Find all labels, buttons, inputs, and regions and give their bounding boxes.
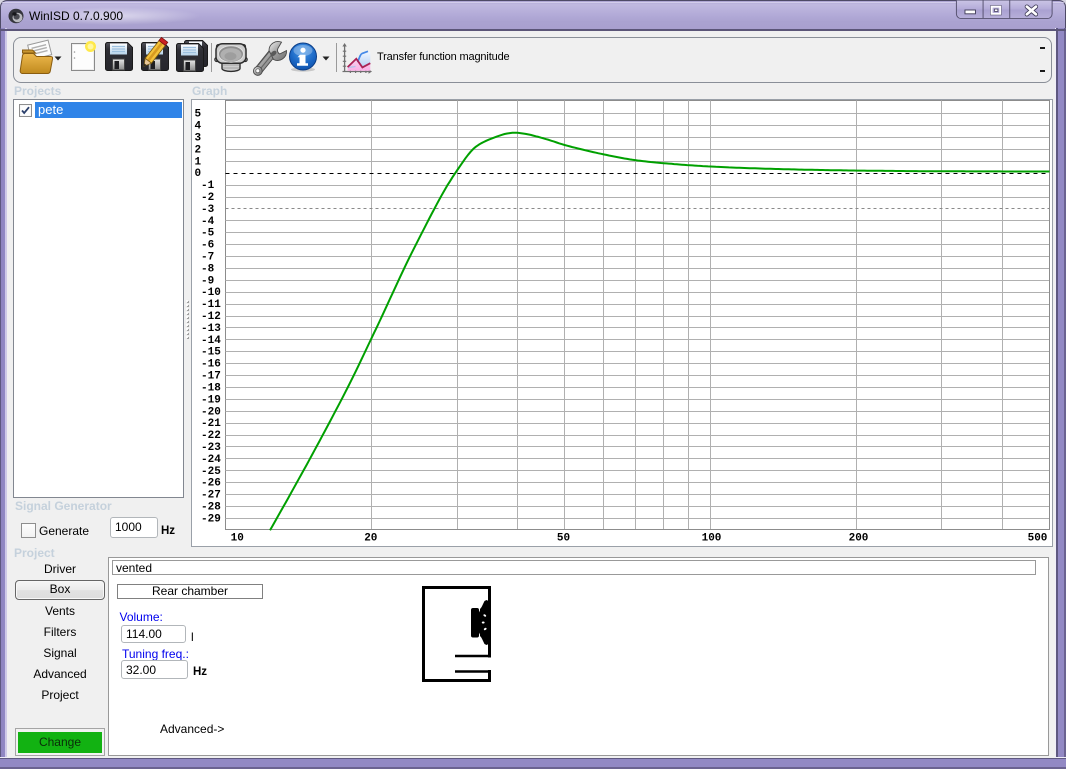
svg-text:20: 20 xyxy=(364,533,377,545)
svg-text:-10: -10 xyxy=(201,287,221,299)
svg-text:-19: -19 xyxy=(201,394,221,406)
svg-text:-5: -5 xyxy=(201,228,215,240)
svg-text:200: 200 xyxy=(849,533,869,545)
svg-text:-15: -15 xyxy=(201,347,221,359)
svg-text:3: 3 xyxy=(195,133,202,145)
svg-text:-17: -17 xyxy=(201,371,221,383)
svg-text:-29: -29 xyxy=(201,513,221,525)
svg-text:-11: -11 xyxy=(201,299,221,311)
svg-text:-25: -25 xyxy=(201,466,221,478)
svg-text:-21: -21 xyxy=(201,418,221,430)
svg-text:4: 4 xyxy=(195,121,202,133)
svg-text:-12: -12 xyxy=(201,311,221,323)
svg-text:-20: -20 xyxy=(201,406,221,418)
svg-text:-1: -1 xyxy=(201,180,215,192)
svg-text:-26: -26 xyxy=(201,478,221,490)
svg-text:-7: -7 xyxy=(201,252,214,264)
svg-text:-9: -9 xyxy=(201,275,214,287)
svg-text:-28: -28 xyxy=(201,502,221,514)
svg-text:-23: -23 xyxy=(201,442,221,454)
svg-text:-14: -14 xyxy=(201,335,221,347)
svg-text:-27: -27 xyxy=(201,490,221,502)
svg-text:10: 10 xyxy=(231,533,244,545)
svg-text:-24: -24 xyxy=(201,454,221,466)
svg-text:-3: -3 xyxy=(201,204,215,216)
svg-text:-2: -2 xyxy=(201,192,214,204)
svg-text:5: 5 xyxy=(195,109,202,121)
svg-text:50: 50 xyxy=(557,533,570,545)
svg-text:-4: -4 xyxy=(201,216,215,228)
svg-text:-22: -22 xyxy=(201,430,221,442)
svg-text:-8: -8 xyxy=(201,263,215,275)
svg-text:0: 0 xyxy=(195,168,202,180)
svg-text:1: 1 xyxy=(195,156,202,168)
svg-text:-6: -6 xyxy=(201,240,214,252)
svg-text:-13: -13 xyxy=(201,323,221,335)
svg-text:-16: -16 xyxy=(201,359,221,371)
svg-text:2: 2 xyxy=(195,144,202,156)
svg-text:-18: -18 xyxy=(201,382,221,394)
svg-text:500: 500 xyxy=(1028,533,1048,545)
svg-text:100: 100 xyxy=(702,533,722,545)
